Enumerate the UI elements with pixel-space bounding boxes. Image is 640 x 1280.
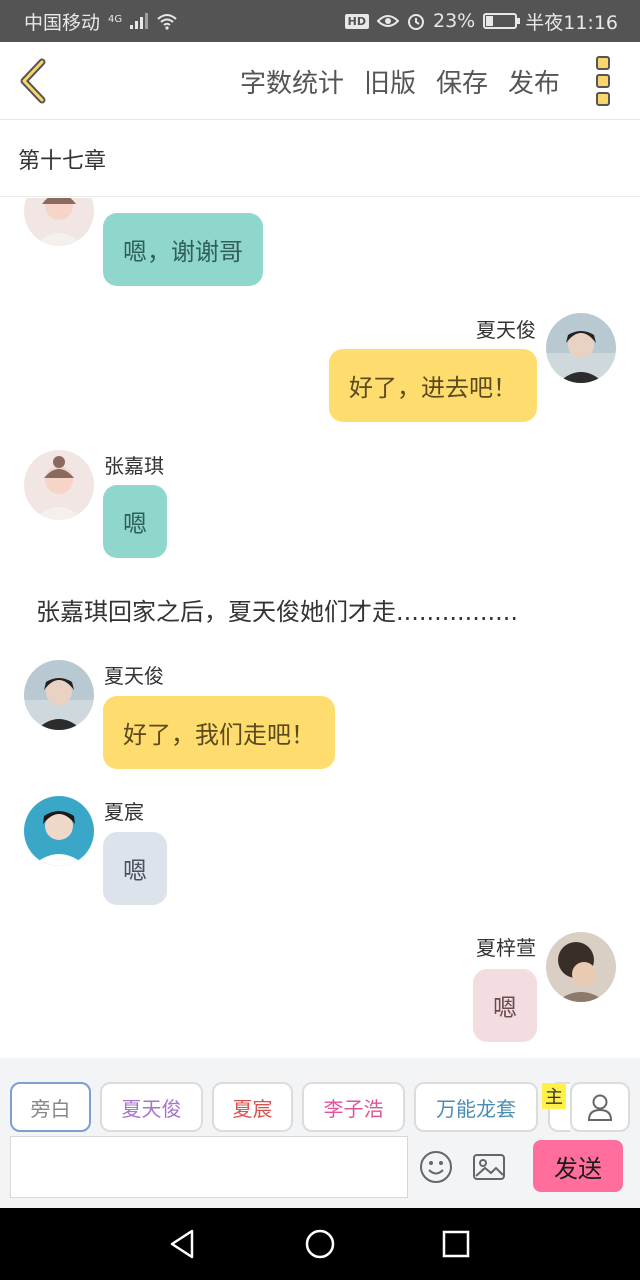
publish-button[interactable]: 发布 (508, 63, 560, 100)
chevron-left-icon[interactable] (16, 58, 52, 104)
message-bubble[interactable]: 嗯，谢谢哥 (103, 213, 263, 286)
recents-square-icon[interactable] (436, 1224, 476, 1264)
role-chip[interactable]: 夏天俊 (100, 1082, 203, 1132)
carrier-label: 中国移动 (24, 11, 101, 34)
chapter-title[interactable]: 第十七章 (0, 121, 640, 197)
more-vertical-icon[interactable] (596, 56, 614, 106)
speaker-name: 夏梓萱 (476, 936, 536, 960)
status-bar: 中国移动 4G HD 23% 半夜11:16 (0, 0, 640, 42)
message-bubble[interactable]: 嗯 (103, 485, 167, 558)
hd-icon: HD (344, 13, 369, 29)
role-chip[interactable]: 夏宸 (212, 1082, 293, 1132)
word-count-button[interactable]: 字数统计 (240, 63, 344, 100)
avatar[interactable] (546, 313, 616, 383)
system-nav-bar (0, 1208, 640, 1280)
home-circle-icon[interactable] (300, 1224, 340, 1264)
speaker-name: 夏宸 (104, 800, 144, 824)
old-version-button[interactable]: 旧版 (364, 63, 416, 100)
speaker-name: 夏天俊 (104, 664, 164, 688)
avatar[interactable] (24, 660, 94, 730)
composer: 旁白 夏天俊 夏宸 李子浩 万能龙套 主 发送 (0, 1058, 640, 1208)
chat-content: 嗯，谢谢哥 夏天俊 好了，进去吧！ 张嘉琪 嗯 张嘉琪回家之后，夏天俊她们才走.… (0, 198, 640, 1058)
status-left: 中国移动 4G (24, 8, 178, 35)
narration-text[interactable]: 张嘉琪回家之后，夏天俊她们才走................ (36, 592, 518, 627)
top-bar: 字数统计 旧版 保存 发布 (0, 42, 640, 120)
send-button[interactable]: 发送 (533, 1140, 623, 1192)
toolbar-actions: 字数统计 旧版 保存 发布 (240, 42, 560, 120)
status-right: HD 23% 半夜11:16 (344, 8, 618, 35)
message-bubble[interactable]: 嗯 (473, 969, 537, 1042)
avatar[interactable] (24, 198, 94, 246)
emoji-icon[interactable] (417, 1148, 455, 1186)
role-chip[interactable]: 万能龙套 (414, 1082, 538, 1132)
network-label: 4G (108, 13, 123, 25)
speaker-name: 夏天俊 (476, 318, 536, 342)
wifi-icon (157, 14, 177, 30)
clock: 半夜11:16 (525, 11, 618, 34)
role-chips: 旁白 夏天俊 夏宸 李子浩 万能龙套 (10, 1082, 570, 1132)
back-triangle-icon[interactable] (162, 1224, 202, 1264)
signal-icon (130, 13, 149, 29)
save-button[interactable]: 保存 (436, 63, 488, 100)
battery-percent: 23% (433, 10, 476, 32)
alarm-icon (408, 14, 424, 30)
message-bubble[interactable]: 好了，我们走吧！ (103, 696, 335, 769)
avatar[interactable] (546, 932, 616, 1002)
message-bubble[interactable]: 嗯 (103, 832, 167, 905)
image-icon[interactable] (470, 1148, 508, 1186)
main-tag: 主 (542, 1083, 566, 1109)
avatar[interactable] (24, 796, 94, 866)
battery-icon (483, 13, 521, 29)
message-input[interactable] (10, 1136, 408, 1198)
battery-level (486, 16, 493, 26)
eye-icon (377, 15, 399, 27)
avatar[interactable] (24, 450, 94, 520)
user-icon[interactable] (570, 1082, 630, 1132)
role-chip[interactable]: 李子浩 (302, 1082, 405, 1132)
chapter-title-text: 第十七章 (18, 148, 107, 174)
speaker-name: 张嘉琪 (104, 454, 164, 478)
role-chip[interactable]: 旁白 (10, 1082, 91, 1132)
message-bubble[interactable]: 好了，进去吧！ (329, 349, 537, 422)
